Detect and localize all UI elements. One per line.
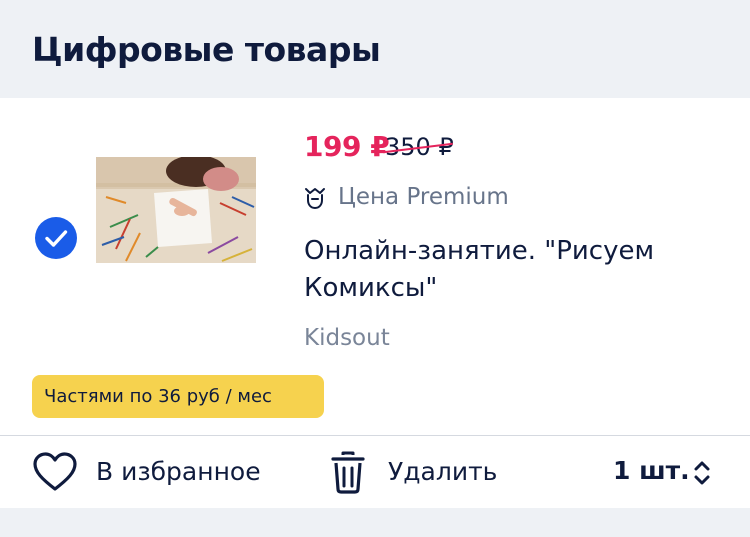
product-thumbnail[interactable]	[96, 157, 256, 263]
favorites-label: В избранное	[96, 457, 261, 486]
section-header: Цифровые товары	[0, 0, 750, 98]
bottom-background	[0, 508, 750, 537]
installment-label: Частями по 36 руб / мес	[44, 386, 272, 407]
quantity-selector[interactable]: 1 шт.	[613, 450, 723, 494]
quantity-label: 1 шт.	[613, 456, 690, 485]
premium-crown-icon	[305, 188, 325, 210]
section-title: Цифровые товары	[32, 30, 381, 69]
heart-icon	[33, 452, 77, 491]
product-title[interactable]: Онлайн-занятие. "Рисуем Комиксы"	[304, 233, 724, 307]
premium-price-label: Цена Premium	[338, 184, 509, 210]
child-drawing-photo	[96, 157, 256, 263]
seller-name: Kidsout	[304, 325, 390, 351]
checkmark-icon	[45, 230, 68, 247]
chevron-up-down-icon	[694, 461, 710, 485]
delete-button[interactable]: Удалить	[330, 450, 510, 494]
delete-label: Удалить	[388, 457, 498, 486]
price-current: 199 ₽	[304, 130, 390, 163]
add-to-favorites-button[interactable]: В избранное	[32, 450, 292, 494]
item-actions-bar: В избранное Удалить 1 шт.	[0, 436, 750, 508]
installment-badge[interactable]: Частями по 36 руб / мес	[32, 375, 324, 418]
trash-icon	[331, 451, 365, 494]
item-select-checkbox[interactable]	[35, 217, 77, 259]
